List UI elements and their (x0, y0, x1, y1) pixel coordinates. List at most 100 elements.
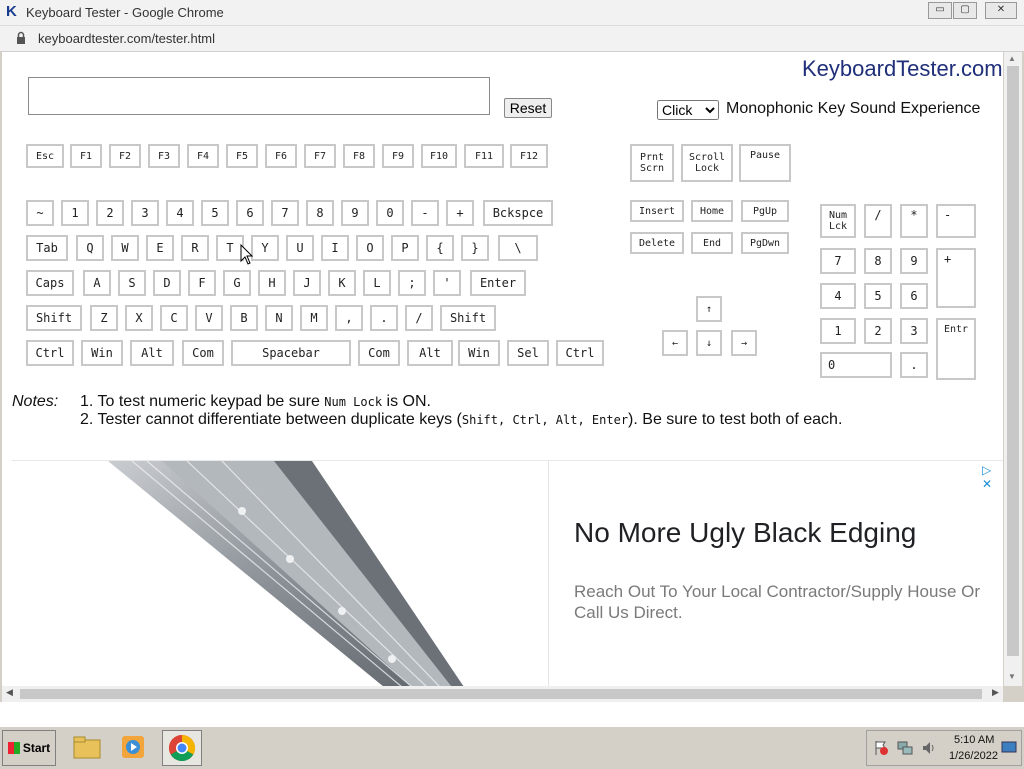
key-right-win[interactable]: Win (458, 340, 500, 366)
key-i[interactable]: I (321, 235, 349, 261)
key-u[interactable]: U (286, 235, 314, 261)
key-l[interactable]: L (363, 270, 391, 296)
horizontal-scroll-thumb[interactable] (20, 689, 982, 699)
key-f9[interactable]: F9 (382, 144, 414, 168)
key-f12[interactable]: F12 (510, 144, 548, 168)
url-text[interactable]: keyboardtester.com/tester.html (38, 31, 215, 46)
key-f1[interactable]: F1 (70, 144, 102, 168)
clock-time[interactable]: 5:10 AM (954, 734, 994, 746)
scroll-right-icon[interactable]: ▶ (992, 687, 999, 698)
key-g[interactable]: G (223, 270, 251, 296)
key-p[interactable]: P (391, 235, 419, 261)
key-q[interactable]: Q (76, 235, 104, 261)
key-scroll-lock[interactable]: Scroll Lock (681, 144, 733, 182)
taskbar-media-player[interactable] (114, 730, 152, 764)
key-spacebar[interactable]: Spacebar (231, 340, 351, 366)
show-desktop-icon[interactable] (1001, 741, 1017, 755)
ad-headline[interactable]: No More Ugly Black Edging (574, 517, 916, 549)
key-page-down[interactable]: PgDwn (741, 232, 789, 254)
key-right-shift[interactable]: Shift (440, 305, 496, 331)
vertical-scroll-thumb[interactable] (1007, 66, 1019, 656)
key-f4[interactable]: F4 (187, 144, 219, 168)
key-b[interactable]: B (230, 305, 258, 331)
key-left-win[interactable]: Win (81, 340, 123, 366)
ad-body[interactable]: Reach Out To Your Local Contractor/Suppl… (574, 581, 994, 623)
key-f3[interactable]: F3 (148, 144, 180, 168)
key-numpad-6[interactable]: 6 (900, 283, 928, 309)
key-r[interactable]: R (181, 235, 209, 261)
key-numpad-add[interactable]: + (936, 248, 976, 308)
key-numpad-9[interactable]: 9 (900, 248, 928, 274)
key-j[interactable]: J (293, 270, 321, 296)
start-button[interactable]: Start (2, 730, 56, 766)
key-end[interactable]: End (691, 232, 733, 254)
key-slash[interactable]: / (405, 305, 433, 331)
key-f2[interactable]: F2 (109, 144, 141, 168)
key-pause[interactable]: Pause (739, 144, 791, 182)
taskbar-chrome[interactable] (162, 730, 202, 766)
scroll-down-icon[interactable]: ▼ (1008, 672, 1016, 681)
key-x[interactable]: X (125, 305, 153, 331)
ad-metal-trim-image[interactable] (12, 461, 548, 686)
key-arrow-up[interactable]: ↑ (696, 296, 722, 322)
action-center-flag-icon[interactable] (873, 739, 889, 757)
key-n[interactable]: N (265, 305, 293, 331)
close-button[interactable]: ✕ (985, 2, 1017, 19)
key-quote[interactable]: ' (433, 270, 461, 296)
key-backspace[interactable]: Bckspce (483, 200, 553, 226)
key-d[interactable]: D (153, 270, 181, 296)
key-f5[interactable]: F5 (226, 144, 258, 168)
key-f[interactable]: F (188, 270, 216, 296)
key-insert[interactable]: Insert (630, 200, 684, 222)
key-sel[interactable]: Sel (507, 340, 549, 366)
key-numpad-0[interactable]: 0 (820, 352, 892, 378)
key-e[interactable]: E (146, 235, 174, 261)
key-z[interactable]: Z (90, 305, 118, 331)
clock-date[interactable]: 1/26/2022 (949, 750, 998, 762)
key-right-brace[interactable]: } (461, 235, 489, 261)
key-a[interactable]: A (83, 270, 111, 296)
maximize-button[interactable]: ▢ (953, 2, 977, 19)
key-6[interactable]: 6 (236, 200, 264, 226)
key-delete[interactable]: Delete (630, 232, 684, 254)
test-text-area[interactable] (28, 77, 490, 115)
key-numpad-2[interactable]: 2 (864, 318, 892, 344)
key-numpad-multiply[interactable]: * (900, 204, 928, 238)
key-f7[interactable]: F7 (304, 144, 336, 168)
key-5[interactable]: 5 (201, 200, 229, 226)
key-numpad-3[interactable]: 3 (900, 318, 928, 344)
key-num-lock[interactable]: Num Lck (820, 204, 856, 238)
key-left-brace[interactable]: { (426, 235, 454, 261)
scroll-up-icon[interactable]: ▲ (1008, 54, 1016, 63)
key-numpad-4[interactable]: 4 (820, 283, 856, 309)
key-m[interactable]: M (300, 305, 328, 331)
key-minus[interactable]: - (411, 200, 439, 226)
key-4[interactable]: 4 (166, 200, 194, 226)
key-f11[interactable]: F11 (464, 144, 504, 168)
key-7[interactable]: 7 (271, 200, 299, 226)
key-arrow-right[interactable]: → (731, 330, 757, 356)
key-h[interactable]: H (258, 270, 286, 296)
key-1[interactable]: 1 (61, 200, 89, 226)
key-numpad-decimal[interactable]: . (900, 352, 928, 378)
key-0[interactable]: 0 (376, 200, 404, 226)
key-arrow-down[interactable]: ↓ (696, 330, 722, 356)
address-bar[interactable]: keyboardtester.com/tester.html (0, 26, 1024, 52)
key-tab[interactable]: Tab (26, 235, 68, 261)
key-period[interactable]: . (370, 305, 398, 331)
key-f6[interactable]: F6 (265, 144, 297, 168)
key-numpad-7[interactable]: 7 (820, 248, 856, 274)
key-semicolon[interactable]: ; (398, 270, 426, 296)
key-home[interactable]: Home (691, 200, 733, 222)
key-numpad-enter[interactable]: Entr (936, 318, 976, 380)
key-arrow-left[interactable]: ← (662, 330, 688, 356)
key-tilde[interactable]: ~ (26, 200, 54, 226)
horizontal-scrollbar[interactable]: ◀ ▶ (2, 686, 1003, 702)
key-left-com[interactable]: Com (182, 340, 224, 366)
key-8[interactable]: 8 (306, 200, 334, 226)
key-numpad-1[interactable]: 1 (820, 318, 856, 344)
key-v[interactable]: V (195, 305, 223, 331)
key-enter[interactable]: Enter (470, 270, 526, 296)
key-right-ctrl[interactable]: Ctrl (556, 340, 604, 366)
key-left-alt[interactable]: Alt (130, 340, 174, 366)
